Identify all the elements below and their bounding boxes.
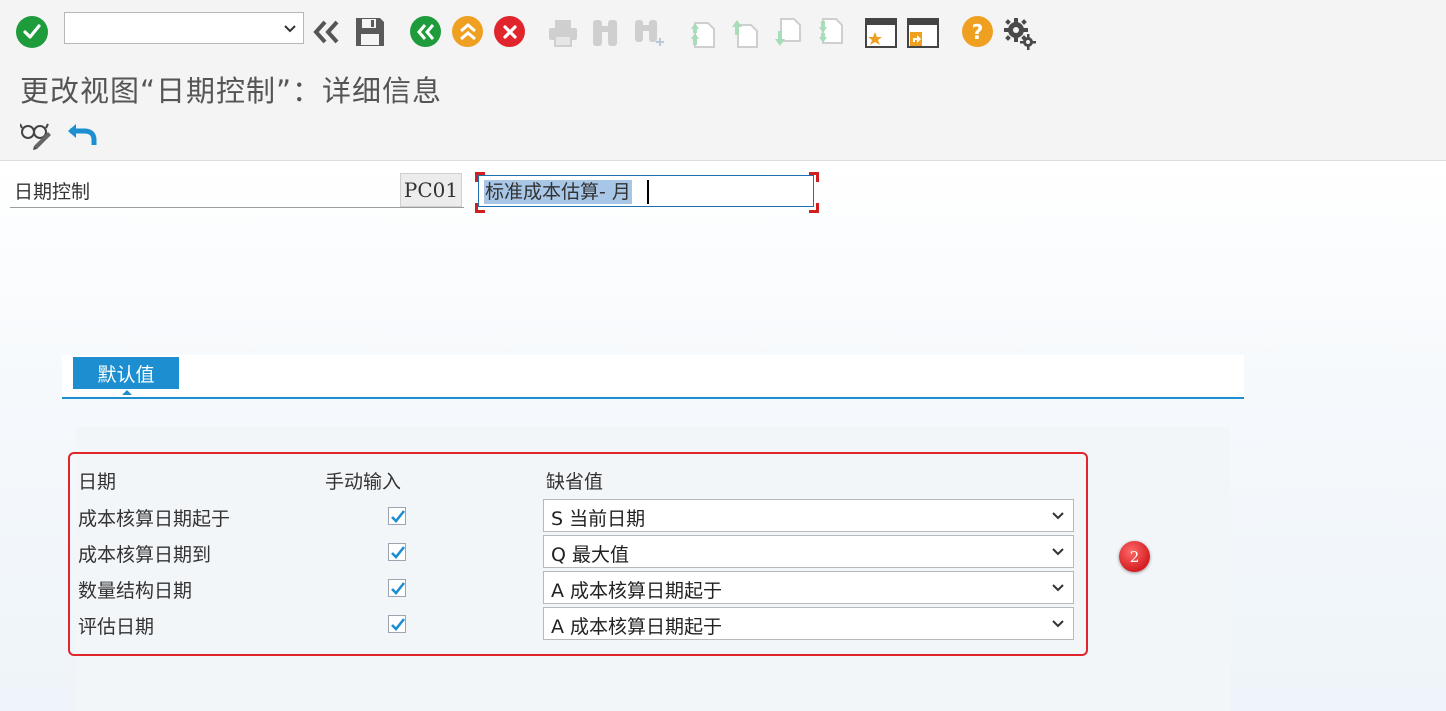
chevron-down-icon[interactable] bbox=[1051, 511, 1065, 521]
column-header-date: 日期 bbox=[78, 471, 117, 493]
dropdown-value: Q 最大值 bbox=[551, 544, 629, 566]
tab-strip: 默认值 bbox=[62, 355, 1244, 399]
tab-indicator bbox=[122, 390, 132, 395]
manual-entry-checkbox[interactable] bbox=[388, 507, 406, 525]
row-label-costing-date-to: 成本核算日期到 bbox=[78, 544, 212, 566]
default-value-dropdown[interactable]: Q 最大值 bbox=[543, 535, 1074, 568]
column-header-manual-entry: 手动输入 bbox=[325, 471, 402, 493]
settings-icon[interactable] bbox=[1003, 16, 1037, 50]
title-bar: 更改视图“日期控制”：详细信息 bbox=[0, 60, 1446, 109]
command-field[interactable] bbox=[64, 12, 304, 44]
create-session-icon[interactable] bbox=[865, 18, 897, 48]
first-page-icon[interactable] bbox=[686, 17, 716, 49]
chevron-down-icon[interactable] bbox=[283, 21, 297, 35]
checkmark-icon bbox=[391, 582, 406, 595]
system-toolbar: ? bbox=[0, 0, 1446, 61]
default-value-dropdown[interactable]: S 当前日期 bbox=[543, 499, 1074, 532]
dropdown-value: A 成本核算日期起于 bbox=[551, 616, 723, 638]
find-next-icon[interactable] bbox=[632, 18, 664, 50]
row-label-costing-date-from: 成本核算日期起于 bbox=[78, 508, 231, 530]
content-area: 日期控制 PC01 标准成本估算- 月 默认值 日期 手动输入 缺省值 成本核算… bbox=[0, 161, 1446, 711]
shortcut-icon[interactable] bbox=[907, 18, 939, 48]
focus-corner-bl bbox=[475, 203, 485, 213]
checkmark-icon bbox=[391, 510, 406, 523]
column-header-default-value: 缺省值 bbox=[546, 471, 604, 493]
chevron-down-icon[interactable] bbox=[1051, 619, 1065, 629]
question-mark-glyph: ? bbox=[971, 19, 984, 44]
help-icon[interactable]: ? bbox=[962, 16, 993, 47]
manual-entry-checkbox[interactable] bbox=[388, 579, 406, 597]
back-all-icon[interactable] bbox=[313, 20, 341, 44]
dropdown-value: S 当前日期 bbox=[551, 508, 646, 530]
last-page-icon[interactable] bbox=[814, 17, 844, 49]
label-underline bbox=[10, 207, 464, 208]
date-control-key: PC01 bbox=[400, 173, 462, 207]
chevron-down-icon[interactable] bbox=[1051, 583, 1065, 593]
application-toolbar bbox=[0, 108, 1446, 161]
focus-corner-tr bbox=[809, 172, 819, 182]
checkmark-icon bbox=[391, 546, 406, 559]
print-icon[interactable] bbox=[547, 18, 579, 48]
next-page-icon[interactable] bbox=[772, 17, 802, 49]
undo-icon[interactable] bbox=[66, 120, 98, 148]
find-icon[interactable] bbox=[590, 18, 620, 48]
tab-default-values[interactable]: 默认值 bbox=[73, 357, 179, 389]
page-title: 更改视图“日期控制”：详细信息 bbox=[20, 74, 443, 108]
back-icon[interactable] bbox=[410, 16, 441, 47]
row-label-valuation-date: 评估日期 bbox=[78, 616, 155, 638]
selected-text: 标准成本估算- 月 bbox=[484, 180, 632, 204]
save-icon[interactable] bbox=[354, 16, 386, 48]
chevron-down-icon[interactable] bbox=[1051, 547, 1065, 557]
description-input[interactable]: 标准成本估算- 月 bbox=[478, 175, 814, 207]
enter-icon[interactable] bbox=[16, 16, 48, 48]
display-change-icon[interactable] bbox=[19, 118, 52, 150]
dropdown-value: A 成本核算日期起于 bbox=[551, 580, 723, 602]
exit-icon[interactable] bbox=[452, 16, 483, 47]
focus-corner-tl bbox=[475, 172, 485, 182]
previous-page-icon[interactable] bbox=[729, 17, 759, 49]
text-caret bbox=[647, 180, 649, 204]
command-input[interactable] bbox=[69, 13, 273, 43]
cancel-icon[interactable] bbox=[494, 16, 525, 47]
date-control-label: 日期控制 bbox=[14, 181, 91, 203]
manual-entry-checkbox[interactable] bbox=[388, 615, 406, 633]
default-value-dropdown[interactable]: A 成本核算日期起于 bbox=[543, 571, 1074, 604]
annotation-badge: 2 bbox=[1119, 541, 1150, 572]
row-label-qty-structure-date: 数量结构日期 bbox=[78, 580, 193, 602]
manual-entry-checkbox[interactable] bbox=[388, 543, 406, 561]
checkmark-icon bbox=[391, 618, 406, 631]
focus-corner-br bbox=[809, 203, 819, 213]
default-value-dropdown[interactable]: A 成本核算日期起于 bbox=[543, 607, 1074, 640]
